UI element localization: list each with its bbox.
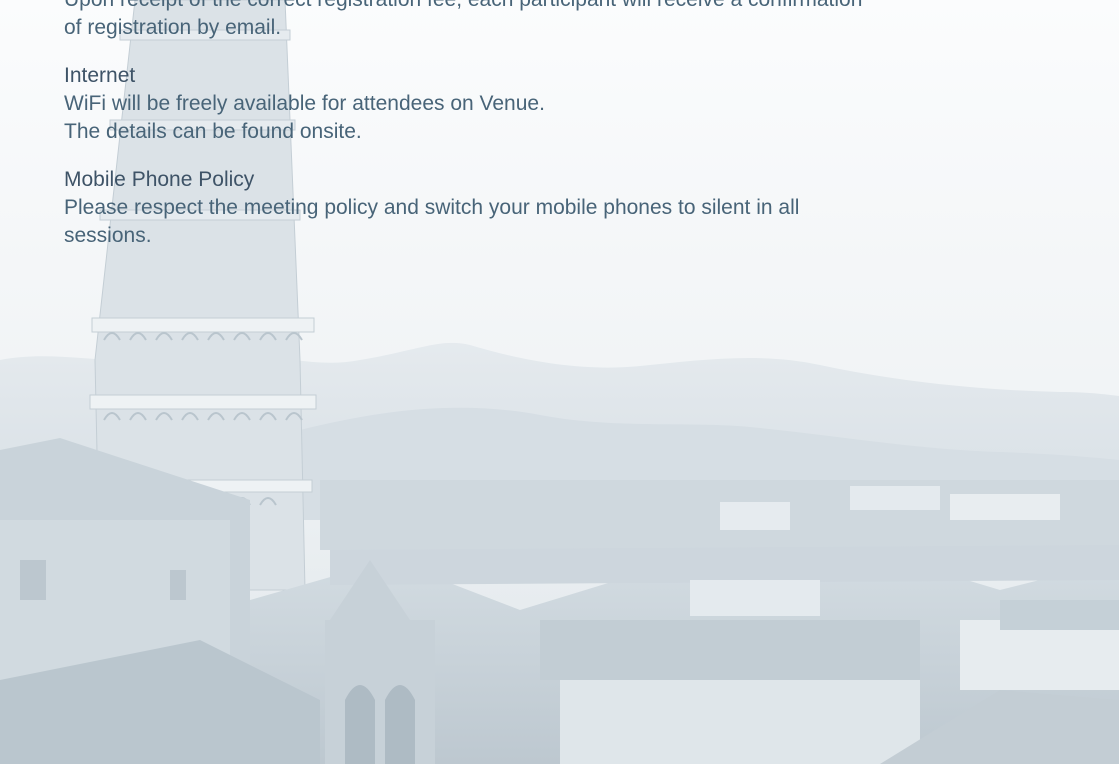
registration-section: Upon receipt of the correct registration… [64, 0, 1104, 42]
venue-info-content: Upon receipt of the correct registration… [64, 0, 1104, 270]
registration-line-1: Upon receipt of the correct registration… [64, 0, 1104, 14]
internet-line-2: The details can be found onsite. [64, 120, 362, 143]
internet-line-1: WiFi will be freely available for attend… [64, 92, 545, 115]
internet-section: Internet WiFi will be freely available f… [64, 62, 1104, 146]
mobile-policy-line-1: Please respect the meeting policy and sw… [64, 196, 800, 219]
internet-heading: Internet [64, 64, 136, 87]
registration-line-2: of registration by email. [64, 16, 282, 39]
mobile-policy-heading: Mobile Phone Policy [64, 168, 255, 191]
mobile-policy-line-2: sessions. [64, 224, 152, 247]
mobile-policy-section: Mobile Phone Policy Please respect the m… [64, 166, 1104, 250]
